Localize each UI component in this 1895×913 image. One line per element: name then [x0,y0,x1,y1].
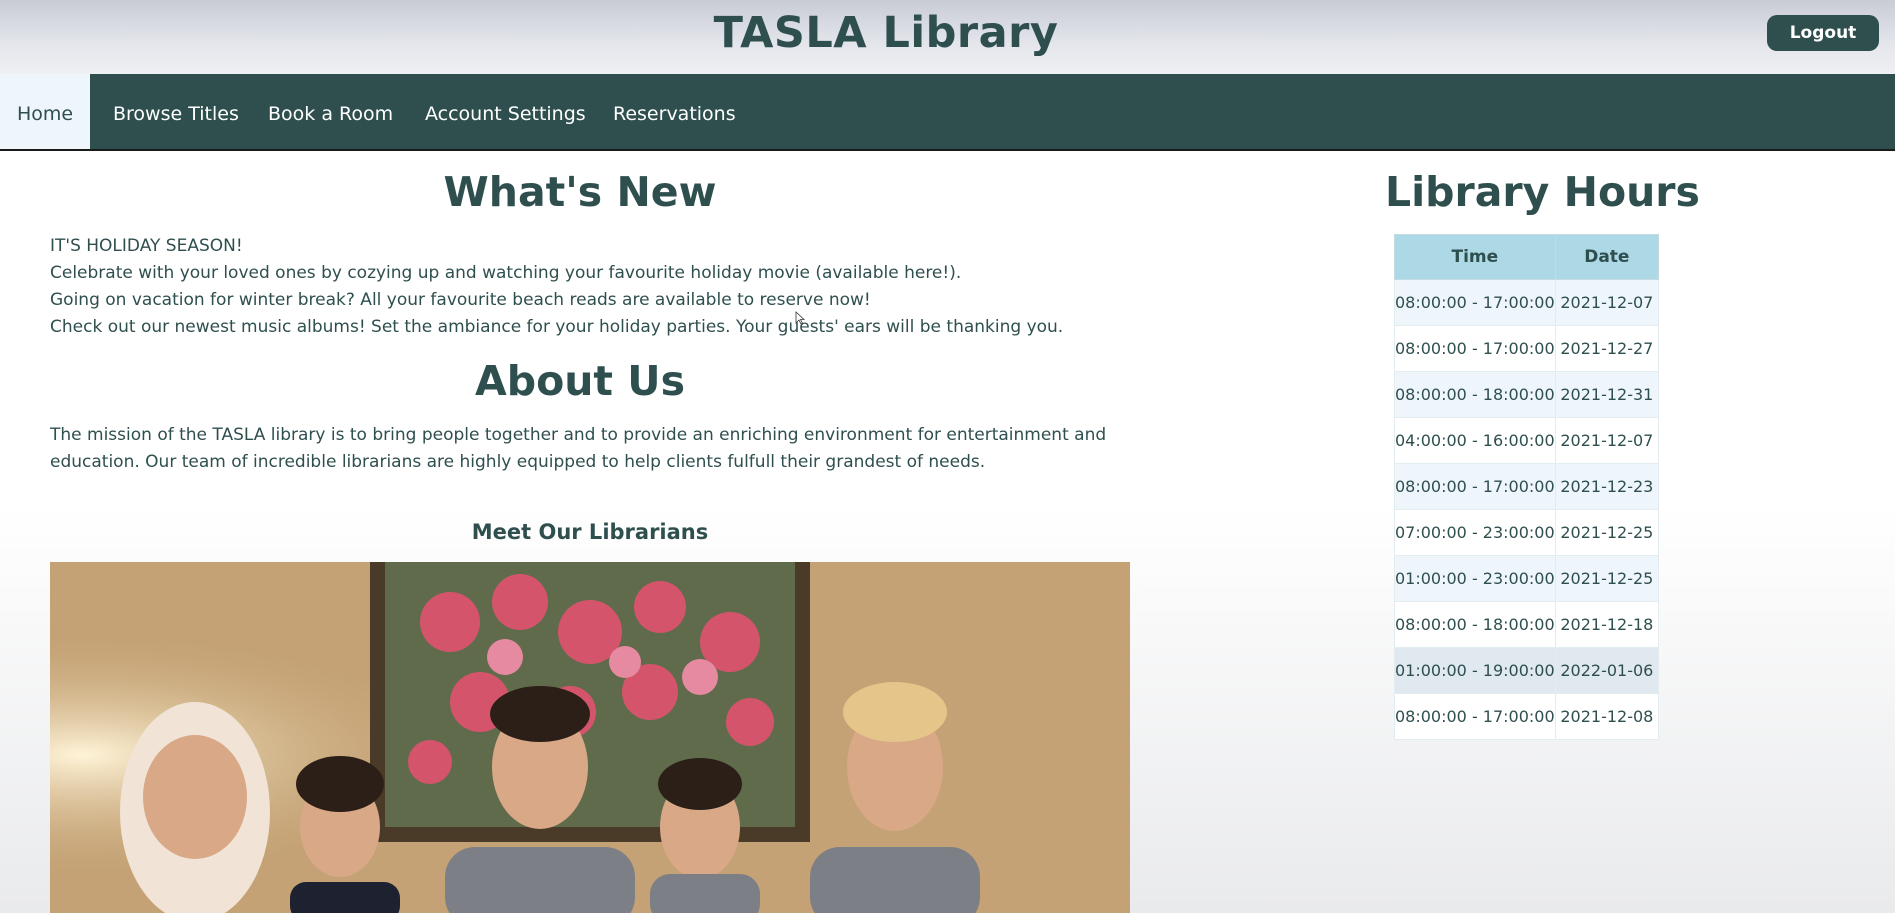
nav-item-reservations[interactable]: Reservations [613,74,736,149]
table-row: 01:00:00 - 23:00:00 2021-12-25 [1394,555,1660,602]
time-cell: 08:00:00 - 17:00:00 [1394,325,1556,372]
time-cell: 08:00:00 - 17:00:00 [1394,279,1556,326]
librarians-photo [50,562,1130,913]
about-us-text: The mission of the TASLA library is to b… [50,425,1107,472]
column-header-time: Time [1394,234,1556,280]
table-row: 08:00:00 - 17:00:00 2021-12-07 [1394,279,1660,326]
column-header-date: Date [1554,234,1660,280]
library-hours-table: Time Date 08:00:00 - 17:00:00 2021-12-07 … [1394,234,1660,740]
nav-item-home[interactable]: Home [0,74,90,149]
time-cell: 08:00:00 - 17:00:00 [1394,693,1556,740]
table-row: 04:00:00 - 16:00:00 2021-12-07 [1394,417,1660,464]
main-navbar: Home Browse Titles Book a Room Account S… [0,74,1895,151]
whats-new-line: IT'S HOLIDAY SEASON! [50,236,243,256]
date-cell: 2022-01-06 [1554,647,1660,694]
nav-item-book-a-room[interactable]: Book a Room [268,74,393,149]
date-cell: 2021-12-07 [1554,279,1660,326]
time-cell: 07:00:00 - 23:00:00 [1394,509,1556,556]
time-cell: 01:00:00 - 19:00:00 [1394,647,1556,694]
table-row: 08:00:00 - 17:00:00 2021-12-27 [1394,325,1660,372]
site-header: TASLA Library Logout [0,0,1895,74]
whats-new-line: Check out our newest music albums! Set t… [50,317,1064,337]
time-cell: 08:00:00 - 18:00:00 [1394,371,1556,418]
logout-button[interactable]: Logout [1767,15,1879,51]
date-cell: 2021-12-27 [1554,325,1660,372]
date-cell: 2021-12-25 [1554,509,1660,556]
whats-new-line: Celebrate with your loved ones by cozyin… [50,263,962,283]
whats-new-line: Going on vacation for winter break? All … [50,290,871,310]
date-cell: 2021-12-18 [1554,601,1660,648]
time-cell: 08:00:00 - 18:00:00 [1394,601,1556,648]
table-row: 08:00:00 - 17:00:00 2021-12-08 [1394,693,1660,740]
table-row: 01:00:00 - 19:00:00 2022-01-06 [1394,647,1660,694]
table-row: 08:00:00 - 18:00:00 2021-12-18 [1394,601,1660,648]
date-cell: 2021-12-08 [1554,693,1660,740]
date-cell: 2021-12-23 [1554,463,1660,510]
time-cell: 08:00:00 - 17:00:00 [1394,463,1556,510]
table-row: 08:00:00 - 18:00:00 2021-12-31 [1394,371,1660,418]
table-row: 08:00:00 - 17:00:00 2021-12-23 [1394,463,1660,510]
mouse-cursor-icon [795,311,805,325]
whats-new-heading: What's New [443,168,717,216]
library-hours-heading: Library Hours [1385,168,1700,216]
nav-item-account-settings[interactable]: Account Settings [425,74,586,149]
nav-item-browse-titles[interactable]: Browse Titles [113,74,239,149]
about-us-heading: About Us [474,357,685,405]
table-row: 07:00:00 - 23:00:00 2021-12-25 [1394,509,1660,556]
time-cell: 04:00:00 - 16:00:00 [1394,417,1556,464]
site-title: TASLA Library [713,8,1059,58]
date-cell: 2021-12-31 [1554,371,1660,418]
time-cell: 01:00:00 - 23:00:00 [1394,555,1556,602]
whats-new-content: IT'S HOLIDAY SEASON! Celebrate with your… [50,233,1150,341]
date-cell: 2021-12-07 [1554,417,1660,464]
date-cell: 2021-12-25 [1554,555,1660,602]
meet-librarians-heading: Meet Our Librarians [471,520,709,544]
